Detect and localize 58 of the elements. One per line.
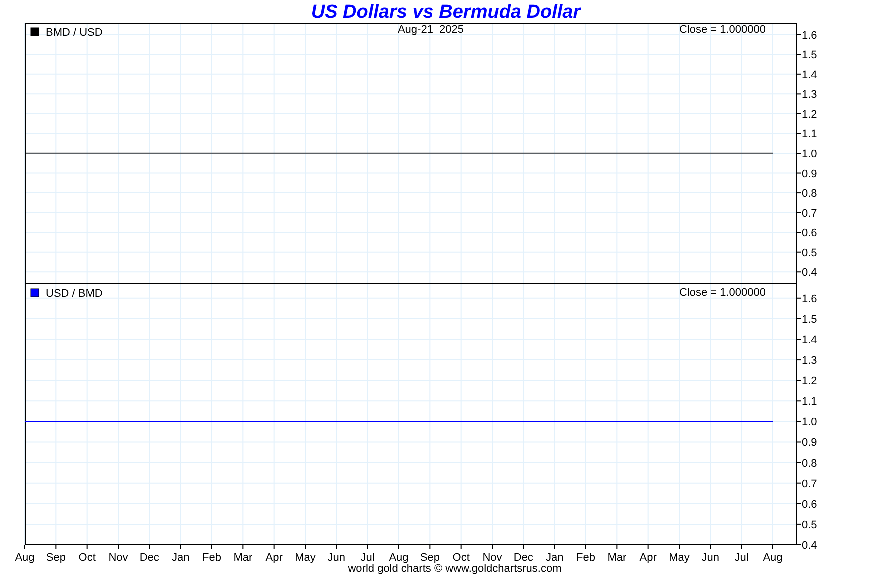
axis-label: Jun: [702, 552, 720, 563]
axis-label: Dec: [140, 552, 160, 563]
axis-label: Jul: [360, 552, 375, 563]
axis-label: Apr: [640, 552, 657, 563]
axis-label: 1.2: [802, 376, 818, 388]
axis-label: 1.6: [802, 293, 818, 306]
axis-label: 0.7: [802, 208, 818, 220]
axis-label: 1.2: [802, 108, 818, 121]
axis-label: 0.4: [802, 540, 818, 552]
chart-date: Aug-21 2025: [398, 24, 464, 36]
axis-label: Dec: [514, 552, 534, 563]
axis-label: Jun: [328, 552, 346, 563]
axis-label: May: [295, 552, 316, 563]
axis-label: Jan: [172, 552, 190, 563]
axis-label: 1.0: [802, 148, 818, 160]
axis-label: Aug: [15, 552, 35, 563]
axis-label: Nov: [482, 552, 502, 563]
close-value: Close = 1.000000: [679, 24, 766, 36]
axis-label: Apr: [266, 552, 283, 563]
axis-label: 0.8: [802, 458, 818, 470]
axis-label: 0.9: [802, 437, 818, 450]
axis-label: Feb: [202, 552, 222, 563]
axis-label: 1.1: [802, 396, 818, 408]
axis-label: Mar: [608, 552, 627, 563]
axis-label: Aug: [389, 552, 409, 563]
axis-label: 1.0: [802, 416, 818, 429]
axis-label: Sep: [46, 552, 66, 563]
legend-label: USD / BMD: [46, 288, 103, 300]
axis-label: Mar: [234, 552, 253, 563]
axis-label: Sep: [420, 552, 440, 563]
axis-label: Jul: [734, 552, 749, 563]
axis-label: 1.6: [802, 30, 818, 42]
axis-label: 1.4: [802, 69, 818, 82]
axis-label: 1.3: [802, 89, 818, 102]
axis-label: May: [669, 552, 690, 563]
axis-label: Oct: [78, 552, 96, 563]
axis-label: 0.5: [802, 247, 818, 260]
footer-credit: world gold charts © www.goldchartsrus.com: [347, 563, 563, 575]
axis-label: Feb: [576, 552, 596, 563]
axis-label: 1.3: [802, 355, 818, 368]
axis-label: Jan: [546, 552, 564, 563]
axis-label: 0.9: [802, 168, 818, 180]
axis-label: 1.5: [802, 50, 818, 62]
legend-label: BMD / USD: [46, 27, 103, 39]
axis-label: 0.7: [802, 478, 818, 490]
axis-label: 1.1: [802, 128, 818, 141]
close-value: Close = 1.000000: [679, 287, 766, 299]
axis-label: 1.5: [802, 314, 818, 326]
axis-label: 0.5: [802, 519, 818, 532]
axis-label: 0.6: [802, 228, 818, 240]
axis-label: 0.6: [802, 498, 818, 511]
axis-label: Oct: [452, 552, 470, 563]
axis-label: 1.4: [802, 334, 818, 346]
axis-label: 0.8: [802, 188, 818, 200]
axis-label: 0.4: [802, 267, 818, 280]
axis-label: Aug: [763, 552, 783, 563]
chart-title: US Dollars vs Bermuda Dollar: [310, 1, 582, 23]
axis-label: Nov: [108, 552, 128, 563]
